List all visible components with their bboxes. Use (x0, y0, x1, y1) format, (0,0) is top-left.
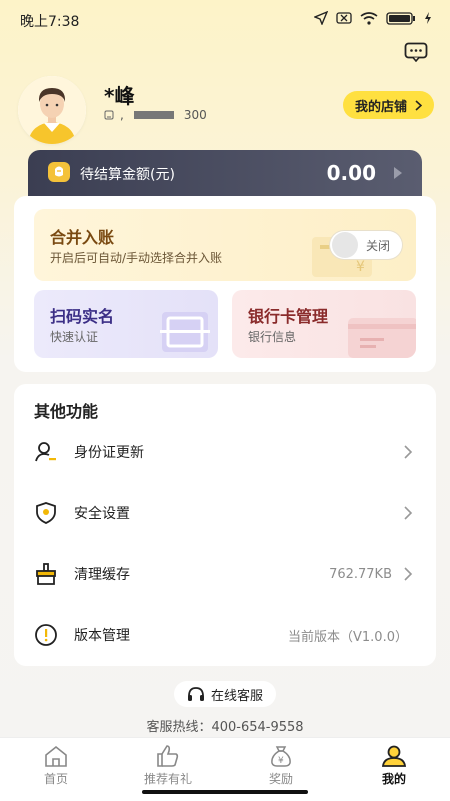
merge-subtitle: 开启后可自动/手动选择合并入账 (50, 251, 223, 265)
online-service-label: 在线客服 (210, 688, 263, 704)
user-icon (381, 745, 407, 767)
masked-number (133, 111, 174, 119)
user-info-prefix: , (120, 108, 124, 122)
shield-icon (34, 501, 58, 525)
merge-title: 合并入账 (50, 228, 115, 247)
menu-label: 安全设置 (74, 506, 130, 522)
sim-off-icon (336, 12, 352, 24)
thumb-up-icon (157, 745, 179, 767)
tab-mine[interactable]: 我的 (338, 744, 450, 787)
other-functions-title: 其他功能 (34, 402, 99, 421)
online-service-button[interactable]: 在线客服 (174, 681, 276, 707)
broom-icon (34, 562, 58, 586)
service-hotline: 客服热线：400-654-9558 (146, 720, 304, 735)
money-bag-icon: ¥ (271, 746, 291, 767)
home-indicator (142, 790, 308, 794)
id-person-icon (34, 440, 58, 464)
tab-label: 首页 (43, 772, 68, 786)
menu-label: 版本管理 (74, 628, 130, 644)
chevron-right-icon (404, 445, 413, 459)
my-shop-label: 我的店铺 (354, 99, 407, 115)
cache-size: 762.77KB (329, 566, 392, 582)
user-info-suffix: 300 (183, 108, 207, 122)
user-name: *峰 (104, 84, 135, 108)
wallet-icon (48, 162, 70, 182)
bank-card-management-card[interactable]: 银行卡管理 银行信息 (232, 290, 416, 358)
wifi-icon (360, 11, 378, 25)
home-icon (45, 745, 67, 767)
battery-icon (386, 11, 415, 25)
play-arrow-icon (394, 167, 402, 179)
chevron-right-icon (404, 567, 413, 581)
chevron-right-icon (404, 506, 413, 520)
menu-label: 身份证更新 (74, 445, 144, 461)
status-icons (314, 11, 432, 25)
menu-item-clear-cache[interactable]: 清理缓存 762.77KB (34, 554, 416, 594)
location-icon (314, 11, 328, 25)
tab-rewards[interactable]: ¥ 奖励 (225, 744, 337, 787)
scan-verify-title: 扫码实名 (50, 307, 115, 326)
info-icon (34, 623, 58, 647)
menu-label: 清理缓存 (74, 567, 130, 583)
menu-item-version[interactable]: 版本管理 当前版本（V1.0.0） (34, 615, 416, 655)
svg-text:¥: ¥ (356, 259, 365, 275)
chevron-right-icon (415, 99, 422, 111)
avatar-illustration (18, 76, 86, 144)
scan-icon (160, 312, 210, 352)
menu-item-id-update[interactable]: 身份证更新 (34, 432, 416, 472)
toggle-knob (332, 232, 358, 258)
chat-icon (404, 42, 428, 63)
merge-account-card: 合并入账 开启后可自动/手动选择合并入账 ¥ 关闭 (34, 209, 416, 281)
scan-verify-subtitle: 快速认证 (50, 330, 99, 344)
tab-home[interactable]: 首页 (0, 744, 112, 787)
bank-card-subtitle: 银行信息 (248, 330, 297, 344)
my-shop-button[interactable]: 我的店铺 (342, 91, 434, 119)
scan-verify-card[interactable]: 扫码实名 快速认证 (34, 290, 218, 358)
status-time: 晚上7:38 (20, 14, 80, 30)
merge-toggle[interactable]: 关闭 (330, 231, 402, 259)
headset-icon (187, 687, 204, 701)
tab-label: 我的 (381, 772, 406, 786)
charging-icon (425, 12, 431, 24)
user-info: , 300 (104, 108, 207, 122)
tab-label: 奖励 (268, 772, 293, 786)
tab-recommend[interactable]: 推荐有礼 (112, 744, 224, 787)
tab-label: 推荐有礼 (143, 772, 192, 786)
version-value: 当前版本（V1.0.0） (288, 629, 408, 645)
bank-card-icon (348, 318, 416, 358)
menu-item-security[interactable]: 安全设置 (34, 493, 416, 533)
balance-amount: 0.00 (326, 161, 376, 185)
avatar[interactable] (18, 76, 86, 144)
message-button[interactable] (404, 42, 428, 63)
toggle-label: 关闭 (366, 238, 391, 253)
balance-label: 待结算金额(元) (80, 167, 175, 183)
status-bar: 晚上7:38 (0, 0, 450, 38)
bank-card-title: 银行卡管理 (248, 307, 329, 326)
phone-icon (104, 110, 114, 120)
balance-card[interactable]: 待结算金额(元) 0.00 (28, 150, 422, 196)
svg-text:¥: ¥ (278, 756, 284, 766)
